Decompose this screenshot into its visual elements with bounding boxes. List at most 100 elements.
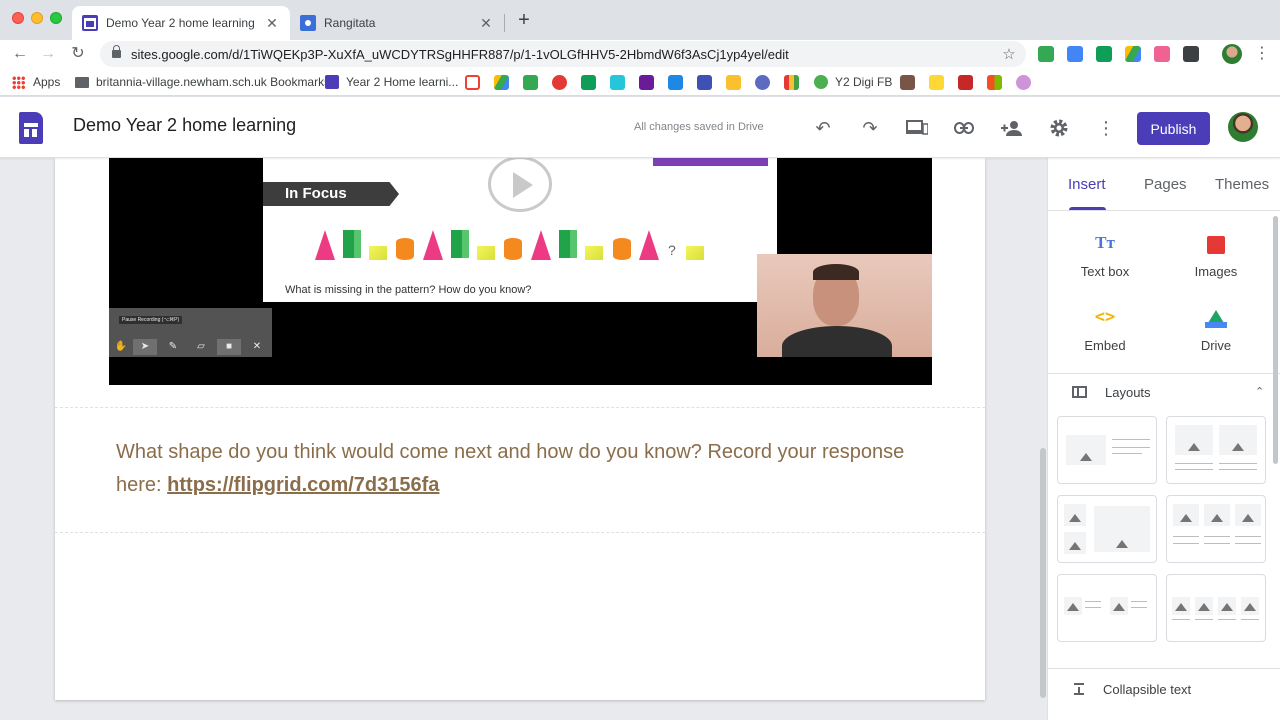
- canvas-scrollbar[interactable]: [1040, 448, 1046, 698]
- bookmark-britannia-folder[interactable]: britannia-village.newham.sch.uk Bookmark…: [75, 74, 330, 90]
- layout-option-1[interactable]: [1057, 416, 1157, 484]
- gmail-bookmark-icon[interactable]: [465, 75, 480, 90]
- keep-bookmark-icon[interactable]: [726, 75, 741, 90]
- url-text[interactable]: sites.google.com/d/1TiWQEKp3P-XuXfA_uWCD…: [131, 47, 1000, 62]
- microsoft-bookmark-icon[interactable]: [987, 75, 1002, 90]
- eraser-tool-icon[interactable]: ▱: [189, 339, 213, 355]
- image-placeholder-icon: [1195, 597, 1213, 615]
- bookmark-icon[interactable]: [581, 75, 596, 90]
- slide-decoration: [653, 158, 768, 166]
- browser-tab-rangitata[interactable]: Rangitata ✕: [290, 6, 504, 40]
- forward-icon[interactable]: →: [38, 44, 58, 64]
- flipgrid-link[interactable]: https://flipgrid.com/7d3156fa: [167, 474, 439, 496]
- redo-icon[interactable]: ↷: [858, 116, 882, 140]
- minimize-window-button[interactable]: [31, 12, 43, 24]
- docs-extension-icon[interactable]: [1067, 46, 1083, 62]
- close-window-button[interactable]: [12, 12, 24, 24]
- bookmark-apps[interactable]: Apps: [12, 74, 60, 90]
- insert-item-label: Text box: [1080, 264, 1130, 279]
- bookmark-year2[interactable]: Year 2 Home learni...: [325, 74, 458, 90]
- pause-icon[interactable]: ✋: [109, 339, 133, 355]
- maximize-window-button[interactable]: [50, 12, 62, 24]
- classroom-bookmark-icon[interactable]: [523, 75, 538, 90]
- insert-embed[interactable]: <> Embed: [1055, 306, 1155, 353]
- camera-tool-icon[interactable]: ■: [217, 339, 241, 355]
- play-icon[interactable]: [488, 158, 552, 212]
- close-tab-icon[interactable]: ✕: [478, 15, 494, 31]
- bookmark-icon[interactable]: [1016, 75, 1031, 90]
- layout-option-6[interactable]: [1166, 574, 1266, 642]
- bookmark-icon[interactable]: [639, 75, 654, 90]
- browser-tab-sites[interactable]: Demo Year 2 home learning ✕: [72, 6, 290, 40]
- bookmark-label: Apps: [33, 75, 61, 89]
- apps-grid-icon: [12, 75, 25, 89]
- drive-extension-icon[interactable]: [1125, 46, 1141, 62]
- bookmark-icon[interactable]: [929, 75, 944, 90]
- panel-scrollbar[interactable]: [1273, 216, 1278, 464]
- more-options-icon[interactable]: ⋮: [1094, 116, 1118, 140]
- site-title[interactable]: Demo Year 2 home learning: [73, 115, 296, 136]
- address-bar[interactable]: sites.google.com/d/1TiWQEKp3P-XuXfA_uWCD…: [100, 41, 1026, 67]
- layouts-label: Layouts: [1105, 385, 1151, 400]
- cone-shape: [639, 230, 659, 260]
- calendar-bookmark-icon[interactable]: [697, 75, 712, 90]
- classroom-extension-icon[interactable]: [1038, 46, 1054, 62]
- text-box-section[interactable]: What shape do you think would come next …: [116, 436, 916, 502]
- user-avatar[interactable]: [1228, 112, 1258, 142]
- drive-bookmark-icon[interactable]: [494, 75, 509, 90]
- layout-option-3[interactable]: [1057, 495, 1157, 563]
- text-line: [1241, 619, 1259, 620]
- bookmark-icon[interactable]: [784, 75, 799, 90]
- bookmark-star-icon[interactable]: ☆: [1000, 45, 1018, 63]
- profile-avatar-icon[interactable]: [1222, 44, 1242, 64]
- text-line: [1173, 536, 1199, 537]
- cursor-tool-icon[interactable]: ➤: [133, 339, 157, 355]
- layout-option-5[interactable]: [1057, 574, 1157, 642]
- settings-gear-icon[interactable]: [1047, 116, 1071, 140]
- screencastify-extension-icon[interactable]: [1154, 46, 1170, 62]
- undo-icon[interactable]: ↶: [811, 116, 835, 140]
- share-add-person-icon[interactable]: [1000, 116, 1024, 140]
- cone-shape: [531, 230, 551, 260]
- embedded-video[interactable]: In Focus ? What is missing in the patter…: [109, 158, 932, 385]
- text-line: [1131, 601, 1147, 602]
- reload-icon[interactable]: ↻: [68, 44, 88, 64]
- bookmark-icon[interactable]: [552, 75, 567, 90]
- text-line: [1131, 607, 1147, 608]
- insert-images[interactable]: Images: [1166, 232, 1266, 279]
- close-toolbar-icon[interactable]: ✕: [245, 339, 269, 355]
- insert-item-label: Images: [1194, 264, 1238, 279]
- chevron-up-icon[interactable]: ⌃: [1255, 385, 1264, 398]
- google-sites-logo-icon[interactable]: [19, 112, 43, 144]
- image-icon: [1207, 236, 1225, 254]
- layout-option-4[interactable]: [1166, 495, 1266, 563]
- tab-insert[interactable]: Insert: [1068, 176, 1106, 193]
- bookmark-icon[interactable]: [900, 75, 915, 90]
- bookmark-icon[interactable]: [610, 75, 625, 90]
- insert-drive[interactable]: Drive: [1166, 306, 1266, 353]
- sheets-extension-icon[interactable]: [1096, 46, 1112, 62]
- tab-themes[interactable]: Themes: [1215, 176, 1269, 193]
- close-tab-icon[interactable]: ✕: [264, 15, 280, 31]
- back-icon[interactable]: ←: [10, 44, 30, 64]
- bookmark-icon[interactable]: [668, 75, 683, 90]
- image-placeholder-icon: [1064, 532, 1086, 554]
- layouts-section-header[interactable]: Layouts ⌃: [1048, 373, 1280, 411]
- insert-text-box[interactable]: Tт Text box: [1055, 232, 1155, 279]
- insert-collapsible-text[interactable]: Collapsible text: [1048, 668, 1280, 708]
- bookmark-y2-digi-fb[interactable]: Y2 Digi FB: [814, 74, 892, 90]
- extension-icon[interactable]: [1183, 46, 1199, 62]
- publish-button[interactable]: Publish: [1137, 112, 1210, 145]
- tab-pages[interactable]: Pages: [1144, 176, 1187, 193]
- adobe-bookmark-icon[interactable]: [958, 75, 973, 90]
- bookmark-icon[interactable]: [755, 75, 770, 90]
- preview-devices-icon[interactable]: [905, 116, 929, 140]
- pen-tool-icon[interactable]: ✎: [161, 339, 185, 355]
- image-placeholder-icon: [1241, 597, 1259, 615]
- browser-toolbar: ← → ↻ sites.google.com/d/1TiWQEKp3P-XuXf…: [0, 40, 1280, 68]
- new-tab-icon[interactable]: +: [514, 10, 534, 30]
- text-line: [1219, 469, 1257, 470]
- layout-option-2[interactable]: [1166, 416, 1266, 484]
- browser-menu-icon[interactable]: ⋮: [1254, 44, 1270, 64]
- link-icon[interactable]: [952, 116, 976, 140]
